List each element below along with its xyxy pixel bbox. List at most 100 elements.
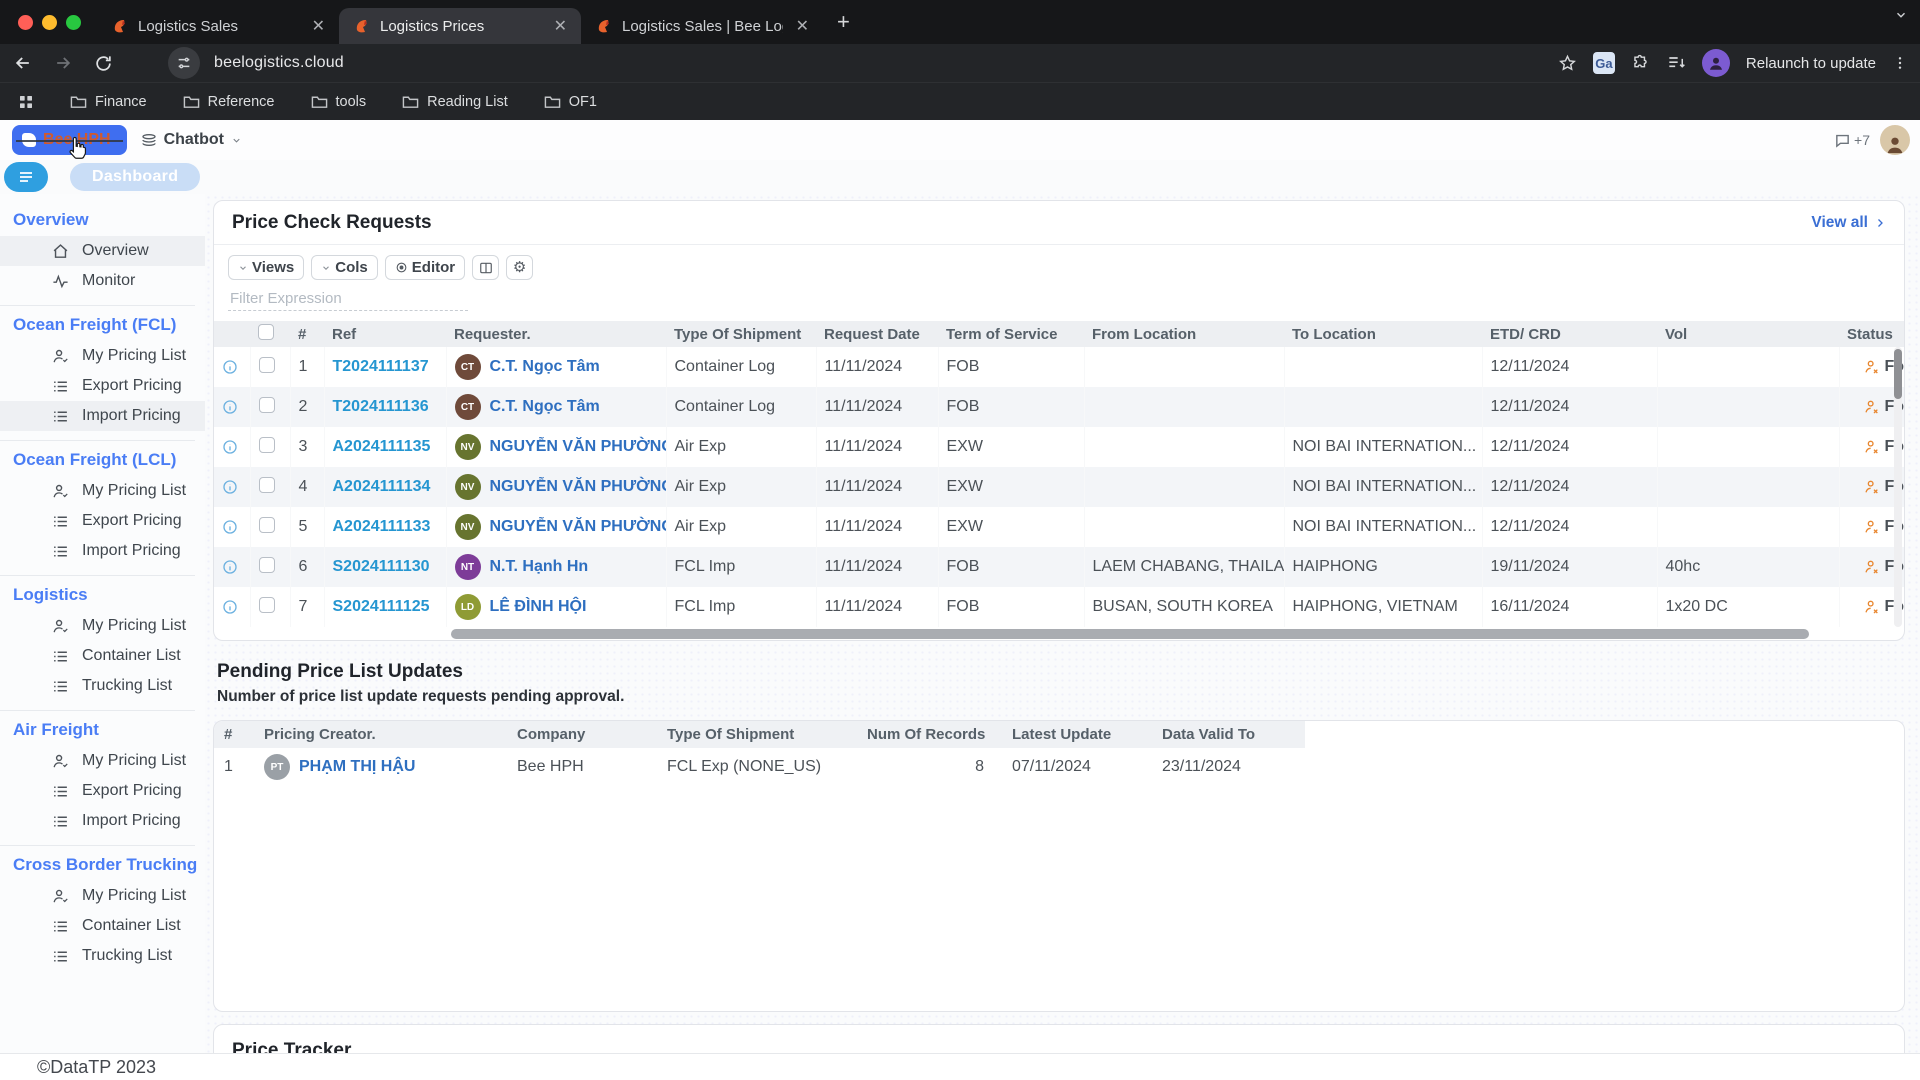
scrollbar-thumb[interactable] <box>1894 349 1902 399</box>
window-zoom-button[interactable] <box>66 15 81 30</box>
scrollbar-thumb[interactable] <box>451 629 1809 639</box>
settings-button[interactable]: ⚙ <box>506 255 533 280</box>
table-row[interactable]: 3 A2024111135 NVNGUYỄN VĂN PHƯỜNG Air Ex… <box>214 427 1904 467</box>
kebab-menu-icon[interactable] <box>1892 55 1908 71</box>
row-checkbox[interactable] <box>259 437 275 453</box>
col-pricing-creator[interactable]: Pricing Creator. <box>254 721 507 748</box>
user-avatar[interactable] <box>1880 125 1910 155</box>
sidebar-item-cbt-trucking-list[interactable]: Trucking List <box>0 941 205 971</box>
info-icon[interactable] <box>222 479 242 495</box>
ref-link[interactable]: T2024111136 <box>333 398 429 415</box>
sidebar-item-lcl-export-pricing[interactable]: Export Pricing <box>0 506 205 536</box>
table-vertical-scrollbar[interactable] <box>1894 347 1902 627</box>
views-button[interactable]: Views <box>228 255 304 280</box>
col-ref[interactable]: Ref <box>324 321 446 347</box>
col-term[interactable]: Term of Service <box>938 321 1084 347</box>
info-icon[interactable] <box>222 519 242 535</box>
requester-link[interactable]: C.T. Ngọc Tâm <box>490 358 600 376</box>
col-status[interactable]: Status <box>1839 321 1904 347</box>
sidebar-item-monitor[interactable]: Monitor <box>0 266 205 296</box>
sidebar-item-overview[interactable]: Overview <box>0 236 205 266</box>
row-checkbox[interactable] <box>259 517 275 533</box>
browser-tab-2-active[interactable]: Logistics Prices ✕ <box>339 8 581 44</box>
reading-list-panel-icon[interactable] <box>1666 53 1686 73</box>
sidebar-item-logistics-my-pricing-list[interactable]: My Pricing List <box>0 611 205 641</box>
sidebar-item-cbt-my-pricing-list[interactable]: My Pricing List <box>0 881 205 911</box>
back-icon[interactable] <box>6 46 40 80</box>
ref-link[interactable]: T2024111137 <box>333 358 429 375</box>
col-type[interactable]: Type Of Shipment <box>657 721 857 748</box>
new-tab-button[interactable]: + <box>837 9 850 35</box>
sidebar-item-fcl-import-pricing[interactable]: Import Pricing <box>0 401 205 431</box>
col-type[interactable]: Type Of Shipment <box>666 321 816 347</box>
sidebar-item-fcl-my-pricing-list[interactable]: My Pricing List <box>0 341 205 371</box>
apps-grid-icon[interactable] <box>18 94 34 110</box>
table-row[interactable]: 1 PTPHẠM THỊ HẬU Bee HPH FCL Exp (NONE_U… <box>214 748 1305 786</box>
row-checkbox[interactable] <box>259 597 275 613</box>
sidebar-item-logistics-container-list[interactable]: Container List <box>0 641 205 671</box>
editor-button[interactable]: Editor <box>385 255 465 280</box>
sidebar-item-lcl-my-pricing-list[interactable]: My Pricing List <box>0 476 205 506</box>
col-request-date[interactable]: Request Date <box>816 321 938 347</box>
tab-close-icon[interactable]: ✕ <box>308 16 329 36</box>
bookmark-folder-tools[interactable]: tools <box>311 94 367 110</box>
col-data-valid-to[interactable]: Data Valid To <box>1152 721 1305 748</box>
sidebar-item-lcl-import-pricing[interactable]: Import Pricing <box>0 536 205 566</box>
chatbot-menu[interactable]: Chatbot <box>141 131 242 149</box>
browser-tab-3[interactable]: Logistics Sales | Bee Logistic ✕ <box>581 8 823 44</box>
relaunch-to-update-button[interactable]: Relaunch to update <box>1746 55 1876 72</box>
translate-extension-icon[interactable]: Ga <box>1593 52 1615 74</box>
row-checkbox[interactable] <box>259 357 275 373</box>
sidebar-item-air-import-pricing[interactable]: Import Pricing <box>0 806 205 836</box>
window-close-button[interactable] <box>18 15 33 30</box>
ref-link[interactable]: A2024111134 <box>333 478 431 495</box>
view-all-link[interactable]: View all <box>1811 214 1886 232</box>
requester-link[interactable]: C.T. Ngọc Tâm <box>490 398 600 416</box>
col-num[interactable]: # <box>290 321 324 347</box>
col-vol[interactable]: Vol <box>1657 321 1839 347</box>
table-row[interactable]: 6 S2024111130 NTN.T. Hạnh Hn FCL Imp 11/… <box>214 547 1904 587</box>
requester-link[interactable]: NGUYỄN VĂN PHƯỜNG <box>490 478 667 496</box>
col-latest-update[interactable]: Latest Update <box>1002 721 1152 748</box>
row-checkbox[interactable] <box>259 397 275 413</box>
bookmark-folder-finance[interactable]: Finance <box>70 94 147 110</box>
breadcrumb[interactable]: Dashboard <box>70 163 200 191</box>
table-horizontal-scrollbar[interactable] <box>214 628 1904 640</box>
table-row[interactable]: 2 T2024111136 CTC.T. Ngọc Tâm Container … <box>214 387 1904 427</box>
requester-link[interactable]: NGUYỄN VĂN PHƯỜNG <box>490 518 667 536</box>
filter-expression-input[interactable] <box>228 288 468 311</box>
table-row[interactable]: 1 T2024111137 CTC.T. Ngọc Tâm Container … <box>214 347 1904 387</box>
sidebar-item-air-export-pricing[interactable]: Export Pricing <box>0 776 205 806</box>
ref-link[interactable]: A2024111135 <box>333 438 431 455</box>
window-controls[interactable] <box>0 15 97 30</box>
col-num[interactable]: # <box>214 721 254 748</box>
tab-close-icon[interactable]: ✕ <box>792 16 813 36</box>
creator-link[interactable]: PHẠM THỊ HẬU <box>299 758 415 776</box>
row-checkbox[interactable] <box>259 477 275 493</box>
address-bar[interactable]: beelogistics.cloud <box>214 54 344 72</box>
bookmark-folder-reference[interactable]: Reference <box>183 94 275 110</box>
requester-link[interactable]: NGUYỄN VĂN PHƯỜNG <box>490 438 667 456</box>
info-icon[interactable] <box>222 359 242 375</box>
tab-search-chevron-icon[interactable] <box>1894 8 1908 22</box>
requester-link[interactable]: LÊ ĐÌNH HỘI <box>490 598 587 616</box>
col-num-records[interactable]: Num Of Records <box>857 721 1002 748</box>
table-row[interactable]: 4 A2024111134 NVNGUYỄN VĂN PHƯỜNG Air Ex… <box>214 467 1904 507</box>
info-icon[interactable] <box>222 599 242 615</box>
sidebar-item-air-my-pricing-list[interactable]: My Pricing List <box>0 746 205 776</box>
col-etd[interactable]: ETD/ CRD <box>1482 321 1657 347</box>
bookmark-folder-of1[interactable]: OF1 <box>544 94 597 110</box>
window-minimize-button[interactable] <box>42 15 57 30</box>
extensions-puzzle-icon[interactable] <box>1631 54 1650 73</box>
browser-profile-avatar[interactable] <box>1702 49 1730 77</box>
requester-link[interactable]: N.T. Hạnh Hn <box>490 558 589 576</box>
reload-icon[interactable] <box>86 46 120 80</box>
table-row[interactable]: 7 S2024111125 LDLÊ ĐÌNH HỘI FCL Imp 11/1… <box>214 587 1904 627</box>
col-requester[interactable]: Requester. <box>446 321 666 347</box>
forward-icon[interactable] <box>46 46 80 80</box>
tab-close-icon[interactable]: ✕ <box>550 16 571 36</box>
ref-link[interactable]: A2024111133 <box>333 518 431 535</box>
sidebar-toggle-button[interactable] <box>4 162 48 192</box>
info-icon[interactable] <box>222 399 242 415</box>
browser-tab-1[interactable]: Logistics Sales ✕ <box>97 8 339 44</box>
